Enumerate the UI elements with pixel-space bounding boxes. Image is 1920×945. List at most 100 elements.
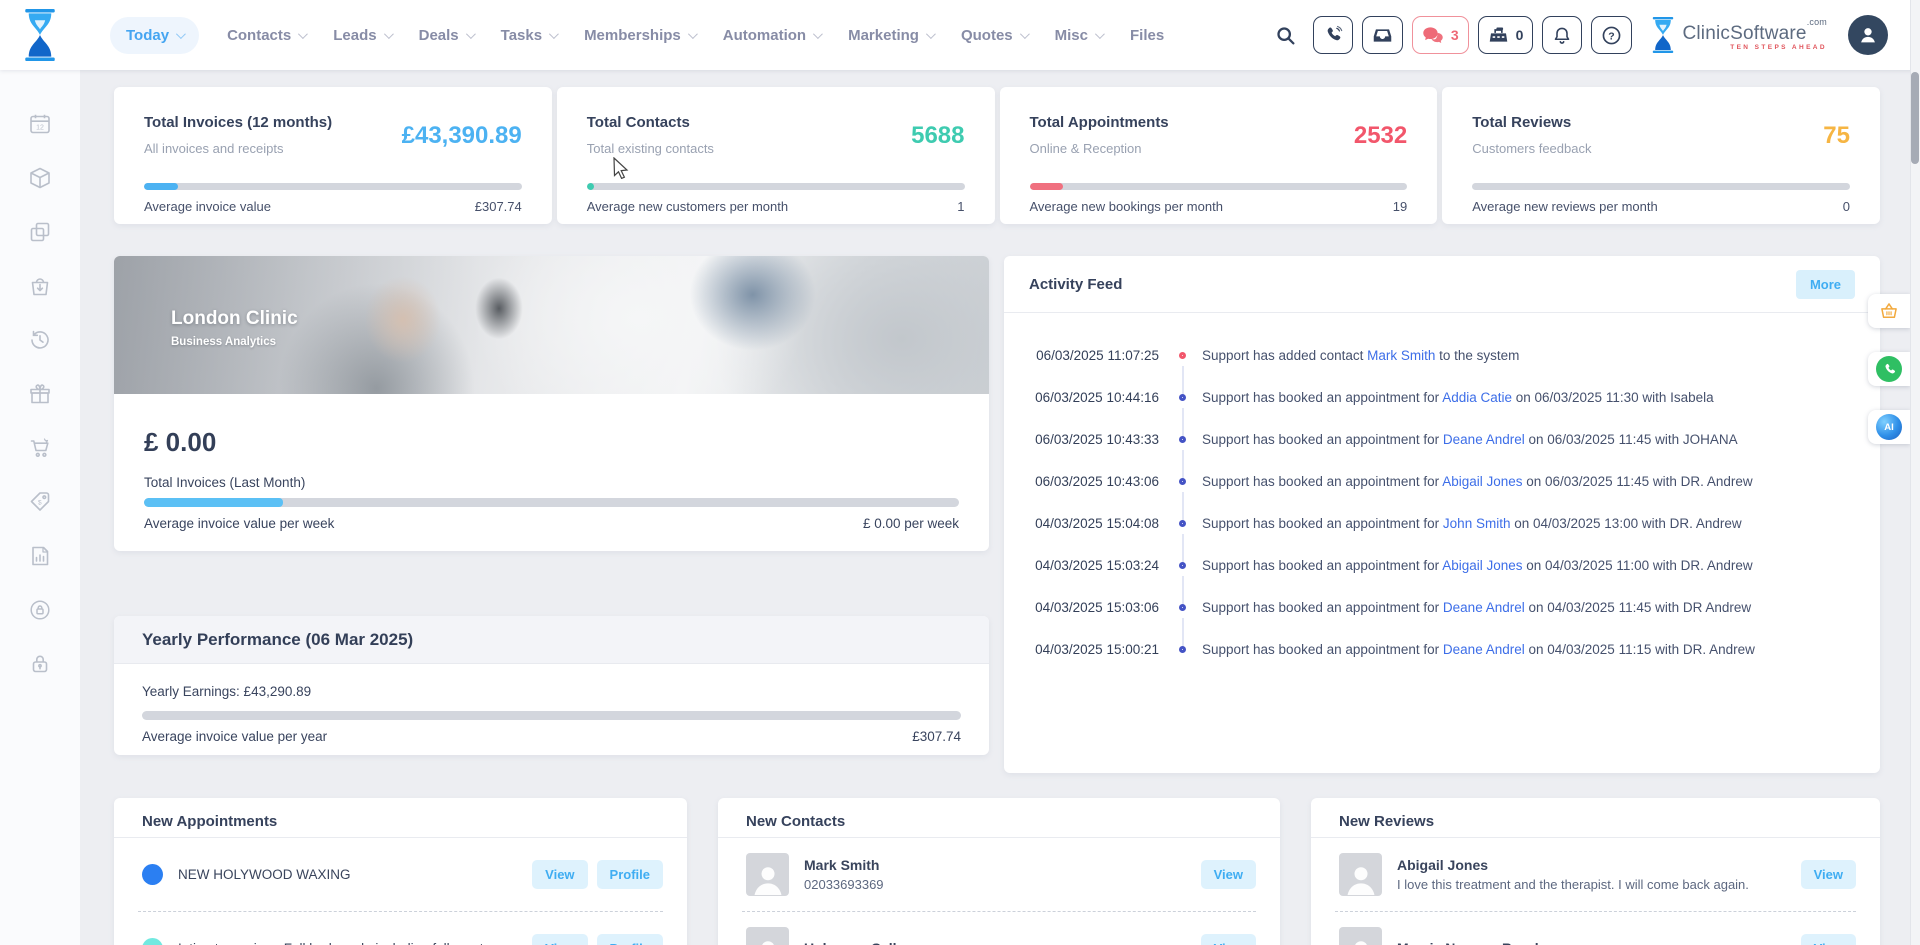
new-appointments-panel: New Appointments NEW HOLYWOOD WAXING Vie… xyxy=(114,798,687,945)
brand-logo[interactable]: ClinicSoftware.com TEN STEPS AHEAD xyxy=(1651,17,1827,53)
chevron-down-icon xyxy=(176,29,186,39)
view-button[interactable]: View xyxy=(532,934,587,945)
bag-arrow-down-icon[interactable] xyxy=(28,274,52,298)
activity-entry: 04/03/2025 15:04:08 Support has booked a… xyxy=(1029,502,1855,544)
phone-icon xyxy=(1323,25,1343,45)
nav-today[interactable]: Today xyxy=(110,17,199,54)
search-icon[interactable] xyxy=(1275,25,1296,46)
panel-title: New Reviews xyxy=(1311,798,1880,838)
gift-icon[interactable] xyxy=(28,382,52,406)
calendar-icon[interactable]: 12 xyxy=(28,112,52,136)
stat-footer: Average new bookings per month19 xyxy=(1030,199,1408,214)
view-button[interactable]: View xyxy=(1801,934,1856,945)
brand-tagline: TEN STEPS AHEAD xyxy=(1682,45,1827,52)
view-button[interactable]: View xyxy=(1801,860,1856,889)
header-actions: 3 0 ? ClinicSoftware.com TEN STEPS AHEAD xyxy=(1275,15,1888,55)
scrollbar-track[interactable] xyxy=(1910,0,1920,945)
nav-memberships[interactable]: Memberships xyxy=(584,27,695,44)
clinic-name: London Clinic xyxy=(171,308,298,330)
contact-link[interactable]: Addia Catie xyxy=(1442,390,1512,405)
whatsapp-fab[interactable] xyxy=(1868,352,1910,386)
chat-button[interactable]: 3 xyxy=(1412,16,1469,54)
contact-link[interactable]: Deane Andrel xyxy=(1443,432,1525,447)
price-tag-icon[interactable]: $ xyxy=(28,490,52,514)
user-lock-icon[interactable] xyxy=(28,598,52,622)
nav-marketing[interactable]: Marketing xyxy=(848,27,933,44)
stat-card-reviews[interactable]: Total Reviews Customers feedback 75 Aver… xyxy=(1442,87,1880,224)
yearly-performance-card: Yearly Performance (06 Mar 2025) Yearly … xyxy=(114,616,989,755)
app-logo-icon[interactable] xyxy=(22,9,58,61)
clinic-subtitle: Business Analytics xyxy=(171,336,276,348)
cart-icon[interactable] xyxy=(28,436,52,460)
nav-leads[interactable]: Leads xyxy=(333,27,390,44)
avatar xyxy=(746,927,789,945)
nav-automation[interactable]: Automation xyxy=(723,27,820,44)
progress-bar xyxy=(587,183,965,190)
brand-name: ClinicSoftware.com xyxy=(1682,23,1827,44)
appointment-row: Intimate waxing - Full body male includi… xyxy=(138,911,663,945)
basket-icon xyxy=(1878,301,1900,321)
new-contacts-panel: New Contacts Mark Smith 02033693369 View xyxy=(718,798,1280,945)
timeline-marker xyxy=(1179,562,1186,569)
appointment-dot xyxy=(142,938,163,945)
progress-bar xyxy=(1472,183,1850,190)
stat-value: 2532 xyxy=(1354,122,1407,150)
phone-button[interactable] xyxy=(1313,16,1353,54)
nav-misc[interactable]: Misc xyxy=(1055,27,1102,44)
chevron-down-icon xyxy=(298,29,308,39)
profile-button[interactable]: Profile xyxy=(597,860,663,889)
clinic-photo: London Clinic Business Analytics xyxy=(114,256,989,394)
view-button[interactable]: View xyxy=(532,860,587,889)
stat-footer: Average new reviews per month0 xyxy=(1472,199,1850,214)
cart-fab[interactable] xyxy=(1868,294,1910,328)
view-button[interactable]: View xyxy=(1201,860,1256,889)
stat-value: 75 xyxy=(1823,122,1850,150)
last-month-label: Total Invoices (Last Month) xyxy=(144,475,959,490)
history-icon[interactable] xyxy=(28,328,52,352)
chevron-down-icon xyxy=(926,29,936,39)
nav-quotes[interactable]: Quotes xyxy=(961,27,1027,44)
scrollbar-thumb[interactable] xyxy=(1911,72,1919,164)
stats-row: Total Invoices (12 months) All invoices … xyxy=(114,87,1880,224)
timeline-marker xyxy=(1179,520,1186,527)
progress-bar xyxy=(1030,183,1408,190)
notifications-button[interactable] xyxy=(1542,16,1582,54)
main-nav: Today Contacts Leads Deals Tasks Members… xyxy=(110,17,1164,54)
more-button[interactable]: More xyxy=(1796,270,1855,299)
contact-link[interactable]: Abigail Jones xyxy=(1442,474,1522,489)
timeline-marker xyxy=(1179,646,1186,653)
chevron-down-icon xyxy=(466,29,476,39)
nav-contacts[interactable]: Contacts xyxy=(227,27,305,44)
stat-card-contacts[interactable]: Total Contacts Total existing contacts 5… xyxy=(557,87,995,224)
inbox-button[interactable] xyxy=(1362,16,1403,54)
contact-link[interactable]: Mark Smith xyxy=(1367,348,1435,363)
timeline-marker xyxy=(1179,604,1186,611)
user-avatar[interactable] xyxy=(1848,15,1888,55)
ai-assistant-fab[interactable]: AI xyxy=(1868,410,1910,444)
nav-deals[interactable]: Deals xyxy=(419,27,473,44)
report-chart-icon[interactable] xyxy=(28,544,52,568)
timeline-marker xyxy=(1179,436,1186,443)
pos-button[interactable]: 0 xyxy=(1478,16,1534,54)
view-button[interactable]: View xyxy=(1201,934,1256,945)
nav-files[interactable]: Files xyxy=(1130,27,1164,44)
activity-entry: 06/03/2025 11:07:25 Support has added co… xyxy=(1029,334,1855,376)
clinic-overview-card: London Clinic Business Analytics £ 0.00 … xyxy=(114,256,989,551)
nav-tasks[interactable]: Tasks xyxy=(501,27,556,44)
padlock-icon[interactable] xyxy=(28,652,52,676)
profile-button[interactable]: Profile xyxy=(597,934,663,945)
help-button[interactable]: ? xyxy=(1591,16,1632,54)
yearly-performance-title: Yearly Performance (06 Mar 2025) xyxy=(114,616,989,664)
contact-link[interactable]: Deane Andrel xyxy=(1443,600,1525,615)
question-icon: ? xyxy=(1601,25,1622,46)
contact-link[interactable]: Deane Andrel xyxy=(1443,642,1525,657)
stat-card-appointments[interactable]: Total Appointments Online & Reception 25… xyxy=(1000,87,1438,224)
stat-card-invoices[interactable]: Total Invoices (12 months) All invoices … xyxy=(114,87,552,224)
avatar xyxy=(746,853,789,896)
contact-link[interactable]: Abigail Jones xyxy=(1442,558,1522,573)
progress-bar xyxy=(144,183,522,190)
copy-icon[interactable] xyxy=(28,220,52,244)
contact-link[interactable]: John Smith xyxy=(1443,516,1511,531)
user-icon xyxy=(1857,24,1879,46)
package-icon[interactable] xyxy=(28,166,52,190)
